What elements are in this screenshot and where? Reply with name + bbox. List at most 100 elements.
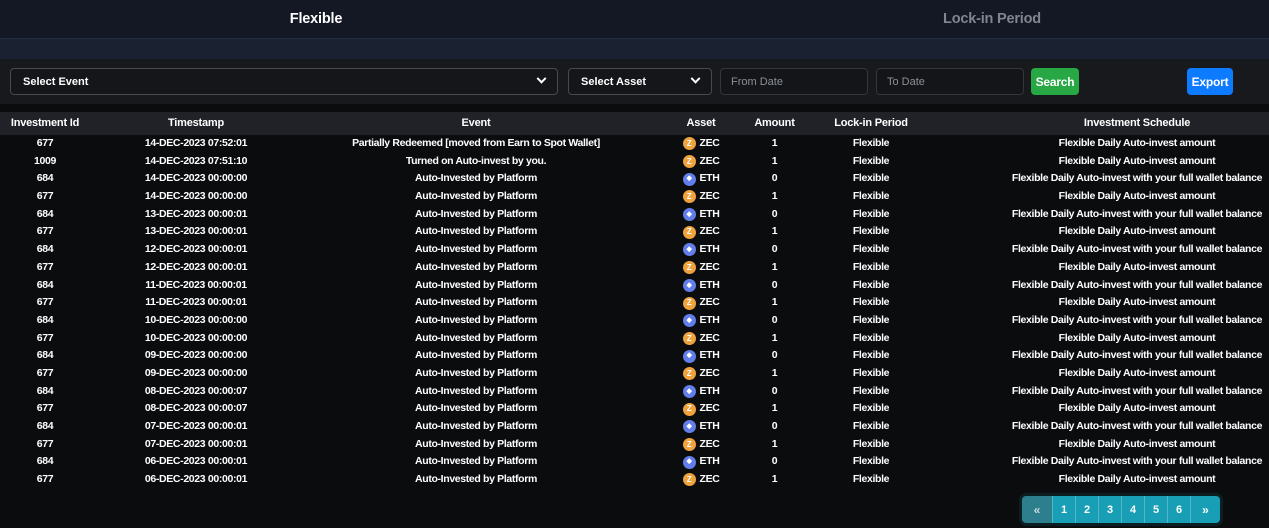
export-button[interactable]: Export [1187,68,1233,95]
cell-asset: ZZEC [650,330,752,348]
cell-asset: Z ZEC [650,223,752,241]
cell-amount: 1 [752,330,797,348]
cell-id: 684 [0,453,90,471]
cell-timestamp: 13-DEC-2023 00:00:01 [90,206,302,224]
cell-amount: 0 [752,241,797,259]
eth-icon: ◆ [683,456,696,469]
column-header-asset: Asset [650,112,752,135]
cell-amount: 0 [752,170,797,188]
pagination-page-button-3[interactable]: 3 [1098,496,1121,523]
cell-schedule: Flexible Daily Auto-invest amount [945,153,1269,171]
cell-event: Auto-Invested by Platform [302,453,650,471]
table-body: 677 14-DEC-2023 07:52:01Partially Redeeme… [0,135,1269,489]
cell-id: 684 [0,418,90,436]
table-row: 68409-DEC-2023 00:00:00Auto-Invested by … [0,347,1269,365]
cell-timestamp: 11-DEC-2023 00:00:01 [90,294,302,312]
cell-schedule: Flexible Daily Auto-invest with your ful… [945,383,1269,401]
table-row: 68413-DEC-2023 00:00:01Auto-Invested by … [0,206,1269,224]
cell-amount: 1 [752,471,797,489]
cell-event: Partially Redeemed [moved from Earn to S… [302,135,650,153]
cell-asset: ◆ ETH [650,453,752,471]
cell-id: 677 [0,330,90,348]
cell-schedule: Flexible Daily Auto-invest with your ful… [945,418,1269,436]
eth-icon: ◆ [683,279,696,292]
zec-icon: Z [683,226,696,239]
cell-schedule: Flexible Daily Auto-invest amount [945,330,1269,348]
asset-code: ETH [700,418,720,436]
cell-asset: ZZEC [650,188,752,206]
cell-amount: 0 [752,418,797,436]
table-row: 67713-DEC-2023 00:00:01Auto-Invested by … [0,223,1269,241]
tab-bar: Flexible Lock-in Period [0,0,1269,38]
cell-event: Auto-Invested by Platform [302,400,650,418]
cell-event: Auto-Invested by Platform [302,347,650,365]
cell-id: 684 [0,170,90,188]
cell-timestamp: 09-DEC-2023 00:00:00 [90,347,302,365]
column-header-amount: Amount [752,112,797,135]
table-row: 68411-DEC-2023 00:00:01Auto-Invested by … [0,277,1269,295]
table-row: 100914-DEC-2023 07:51:10Turned on Auto-i… [0,153,1269,171]
cell-timestamp: 10-DEC-2023 00:00:00 [90,312,302,330]
cell-timestamp: 10-DEC-2023 00:00:00 [90,330,302,348]
tab-lock-in-period[interactable]: Lock-in Period [943,0,1041,38]
cell-event: Auto-Invested by Platform [302,223,650,241]
cell-asset: ZZEC [650,471,752,489]
cell-timestamp: 14-DEC-2023 00:00:00 [90,170,302,188]
cell-id: 684 [0,206,90,224]
cell-timestamp: 08-DEC-2023 00:00:07 [90,383,302,401]
cell-schedule: Flexible Daily Auto-invest amount [945,294,1269,312]
search-button[interactable]: Search [1031,68,1079,95]
pagination-page-button-2[interactable]: 2 [1075,496,1098,523]
pagination-page-button-6[interactable]: 6 [1167,496,1190,523]
from-date-input[interactable] [720,68,868,95]
pagination-next-button[interactable]: » [1190,496,1220,523]
table-row: 68406-DEC-2023 00:00:01Auto-Invested by … [0,453,1269,471]
cell-lockin: Flexible [797,330,945,348]
event-select[interactable]: Select Event [10,68,558,95]
cell-amount: 0 [752,383,797,401]
pagination: «123456» [1022,496,1220,523]
cell-timestamp: 14-DEC-2023 07:52:01 [90,135,302,153]
cell-schedule: Flexible Daily Auto-invest with your ful… [945,277,1269,295]
asset-code: ZEC [700,436,720,454]
cell-amount: 0 [752,347,797,365]
cell-schedule: Flexible Daily Auto-invest with your ful… [945,206,1269,224]
pagination-page-button-1[interactable]: 1 [1052,496,1075,523]
pagination-prev-button[interactable]: « [1022,496,1052,523]
cell-schedule: Flexible Daily Auto-invest amount [945,471,1269,489]
cell-schedule: Flexible Daily Auto-invest with your ful… [945,347,1269,365]
cell-asset: ZZEC [650,400,752,418]
cell-timestamp: 08-DEC-2023 00:00:07 [90,400,302,418]
pagination-page-button-5[interactable]: 5 [1144,496,1167,523]
cell-asset: ◆ETH [650,418,752,436]
asset-code: ZEC [700,223,720,241]
cell-timestamp: 14-DEC-2023 07:51:10 [90,153,302,171]
cell-schedule: Flexible Daily Auto-invest amount [945,400,1269,418]
cell-event: Auto-Invested by Platform [302,206,650,224]
cell-amount: 1 [752,153,797,171]
to-date-input[interactable] [876,68,1024,95]
pagination-page-button-4[interactable]: 4 [1121,496,1144,523]
tab-flexible[interactable]: Flexible [290,0,342,38]
table-row: 67714-DEC-2023 07:52:01Partially Redeeme… [0,135,1269,153]
asset-code: ZEC [700,259,720,277]
cell-amount: 0 [752,277,797,295]
cell-amount: 1 [752,259,797,277]
table-row: 68412-DEC-2023 00:00:01Auto-Invested by … [0,241,1269,259]
cell-asset: ◆ETH [650,206,752,224]
table-row: 67714-DEC-2023 00:00:00Auto-Invested by … [0,188,1269,206]
cell-lockin: Flexible [797,153,945,171]
asset-code: ETH [700,347,720,365]
table-row: 68414-DEC-2023 00:00:00Auto-Invested by … [0,170,1269,188]
cell-id: 684 [0,312,90,330]
cell-schedule: Flexible Daily Auto-invest amount [945,436,1269,454]
cell-timestamp: 12-DEC-2023 00:00:01 [90,259,302,277]
asset-select[interactable]: Select Asset [568,68,712,95]
asset-code: ETH [700,453,720,471]
column-header-event: Event [302,112,650,135]
asset-code: ETH [700,277,720,295]
table-row: 68410-DEC-2023 00:00:00Auto-Invested by … [0,312,1269,330]
cell-timestamp: 07-DEC-2023 00:00:01 [90,436,302,454]
eth-icon: ◆ [683,314,696,327]
cell-id: 1009 [0,153,90,171]
